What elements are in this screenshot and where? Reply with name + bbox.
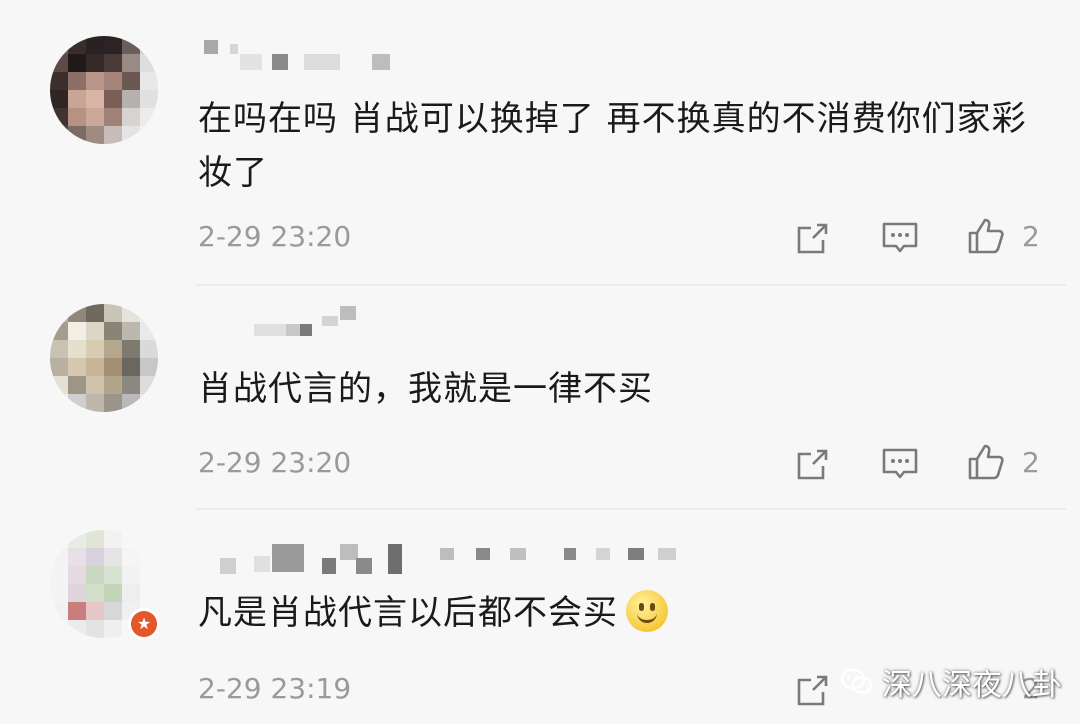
thumbs-up-icon[interactable] [966,216,1006,256]
divider [196,508,1066,510]
comment-feed: 在吗在吗 肖战可以换掉了 再不换真的不消费你们家彩妆了 2-29 23:20 2 [0,0,1080,724]
thumbs-up-icon[interactable] [966,442,1006,482]
share-icon[interactable] [793,218,833,258]
username-blurred[interactable] [200,306,400,336]
username-blurred[interactable] [200,544,700,574]
watermark-text: 深八深夜八卦 [882,668,1062,703]
like-count: 2 [1022,220,1040,253]
comment-text-content: 凡是肖战代言以后都不会买 [198,593,618,633]
comment-timestamp: 2-29 23:20 [198,446,352,479]
comment-icon[interactable] [880,218,920,258]
star-badge-icon: ★ [128,608,160,640]
avatar[interactable] [50,36,158,144]
comment-icon[interactable] [880,444,920,484]
wechat-logo-icon [840,668,873,694]
avatar[interactable] [50,304,158,412]
comment-text: 凡是肖战代言以后都不会买 [198,586,1040,640]
divider [196,284,1066,286]
watermark: 深八深夜八卦 [840,660,1062,704]
like-count: 2 [1022,446,1040,479]
comment-text: 肖战代言的，我就是一律不买 [198,369,653,409]
comment-timestamp: 2-29 23:19 [198,672,352,705]
share-icon[interactable] [793,670,833,710]
comment-text: 在吗在吗 肖战可以换掉了 再不换真的不消费你们家彩妆了 [198,99,1027,193]
smile-emoji [626,590,668,632]
share-icon[interactable] [793,444,833,484]
username-blurred[interactable] [200,40,400,70]
comment-timestamp: 2-29 23:20 [198,220,352,253]
